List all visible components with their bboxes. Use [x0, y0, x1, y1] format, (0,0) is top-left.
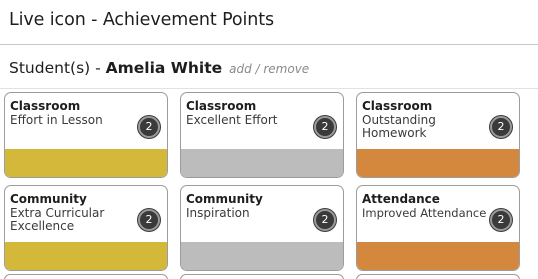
achievement-card-partial[interactable]: [4, 274, 168, 279]
students-line: Student(s) - Amelia White add / remove: [9, 59, 309, 77]
card-description: Excellent Effort: [186, 113, 278, 127]
color-bar: [357, 149, 519, 177]
card-description: Extra Curricular Excellence: [10, 206, 105, 233]
card-category: Classroom: [362, 99, 433, 113]
add-remove-link[interactable]: add / remove: [229, 62, 309, 76]
achievement-points-page: Live icon - Achievement Points Student(s…: [0, 0, 538, 279]
card-category: Community: [186, 192, 263, 206]
card-description: Effort in Lesson: [10, 113, 103, 127]
count-badge: 2: [138, 116, 160, 138]
card-description: Improved Attendance: [362, 206, 487, 220]
count-badge: 2: [314, 209, 336, 231]
achievement-card-inspiration[interactable]: Community Inspiration 2: [180, 185, 344, 271]
color-bar: [181, 242, 343, 270]
page-title: Live icon - Achievement Points: [9, 10, 275, 30]
achievement-card-extra-curricular-excellence[interactable]: Community Extra Curricular Excellence 2: [4, 185, 168, 271]
achievement-card-improved-attendance[interactable]: Attendance Improved Attendance 2: [356, 185, 520, 271]
color-bar: [181, 149, 343, 177]
student-name: Amelia White: [105, 59, 223, 77]
achievement-card-effort-in-lesson[interactable]: Classroom Effort in Lesson 2: [4, 92, 168, 178]
card-category: Attendance: [362, 192, 440, 206]
card-category: Community: [10, 192, 87, 206]
students-label: Student(s) -: [9, 59, 106, 77]
achievement-card-partial[interactable]: [180, 274, 344, 279]
achievement-card-partial[interactable]: [356, 274, 520, 279]
count-badge: 2: [490, 116, 512, 138]
count-badge: 2: [138, 209, 160, 231]
students-bar: Student(s) - Amelia White add / remove: [0, 46, 538, 89]
card-category: Classroom: [186, 99, 257, 113]
count-badge: 2: [490, 209, 512, 231]
color-bar: [357, 242, 519, 270]
card-description: Outstanding Homework: [362, 113, 436, 140]
count-badge: 2: [314, 116, 336, 138]
achievement-card-outstanding-homework[interactable]: Classroom Outstanding Homework 2: [356, 92, 520, 178]
achievement-card-excellent-effort[interactable]: Classroom Excellent Effort 2: [180, 92, 344, 178]
color-bar: [5, 242, 167, 270]
color-bar: [5, 149, 167, 177]
card-category: Classroom: [10, 99, 81, 113]
card-description: Inspiration: [186, 206, 250, 220]
page-header: Live icon - Achievement Points: [0, 0, 538, 45]
